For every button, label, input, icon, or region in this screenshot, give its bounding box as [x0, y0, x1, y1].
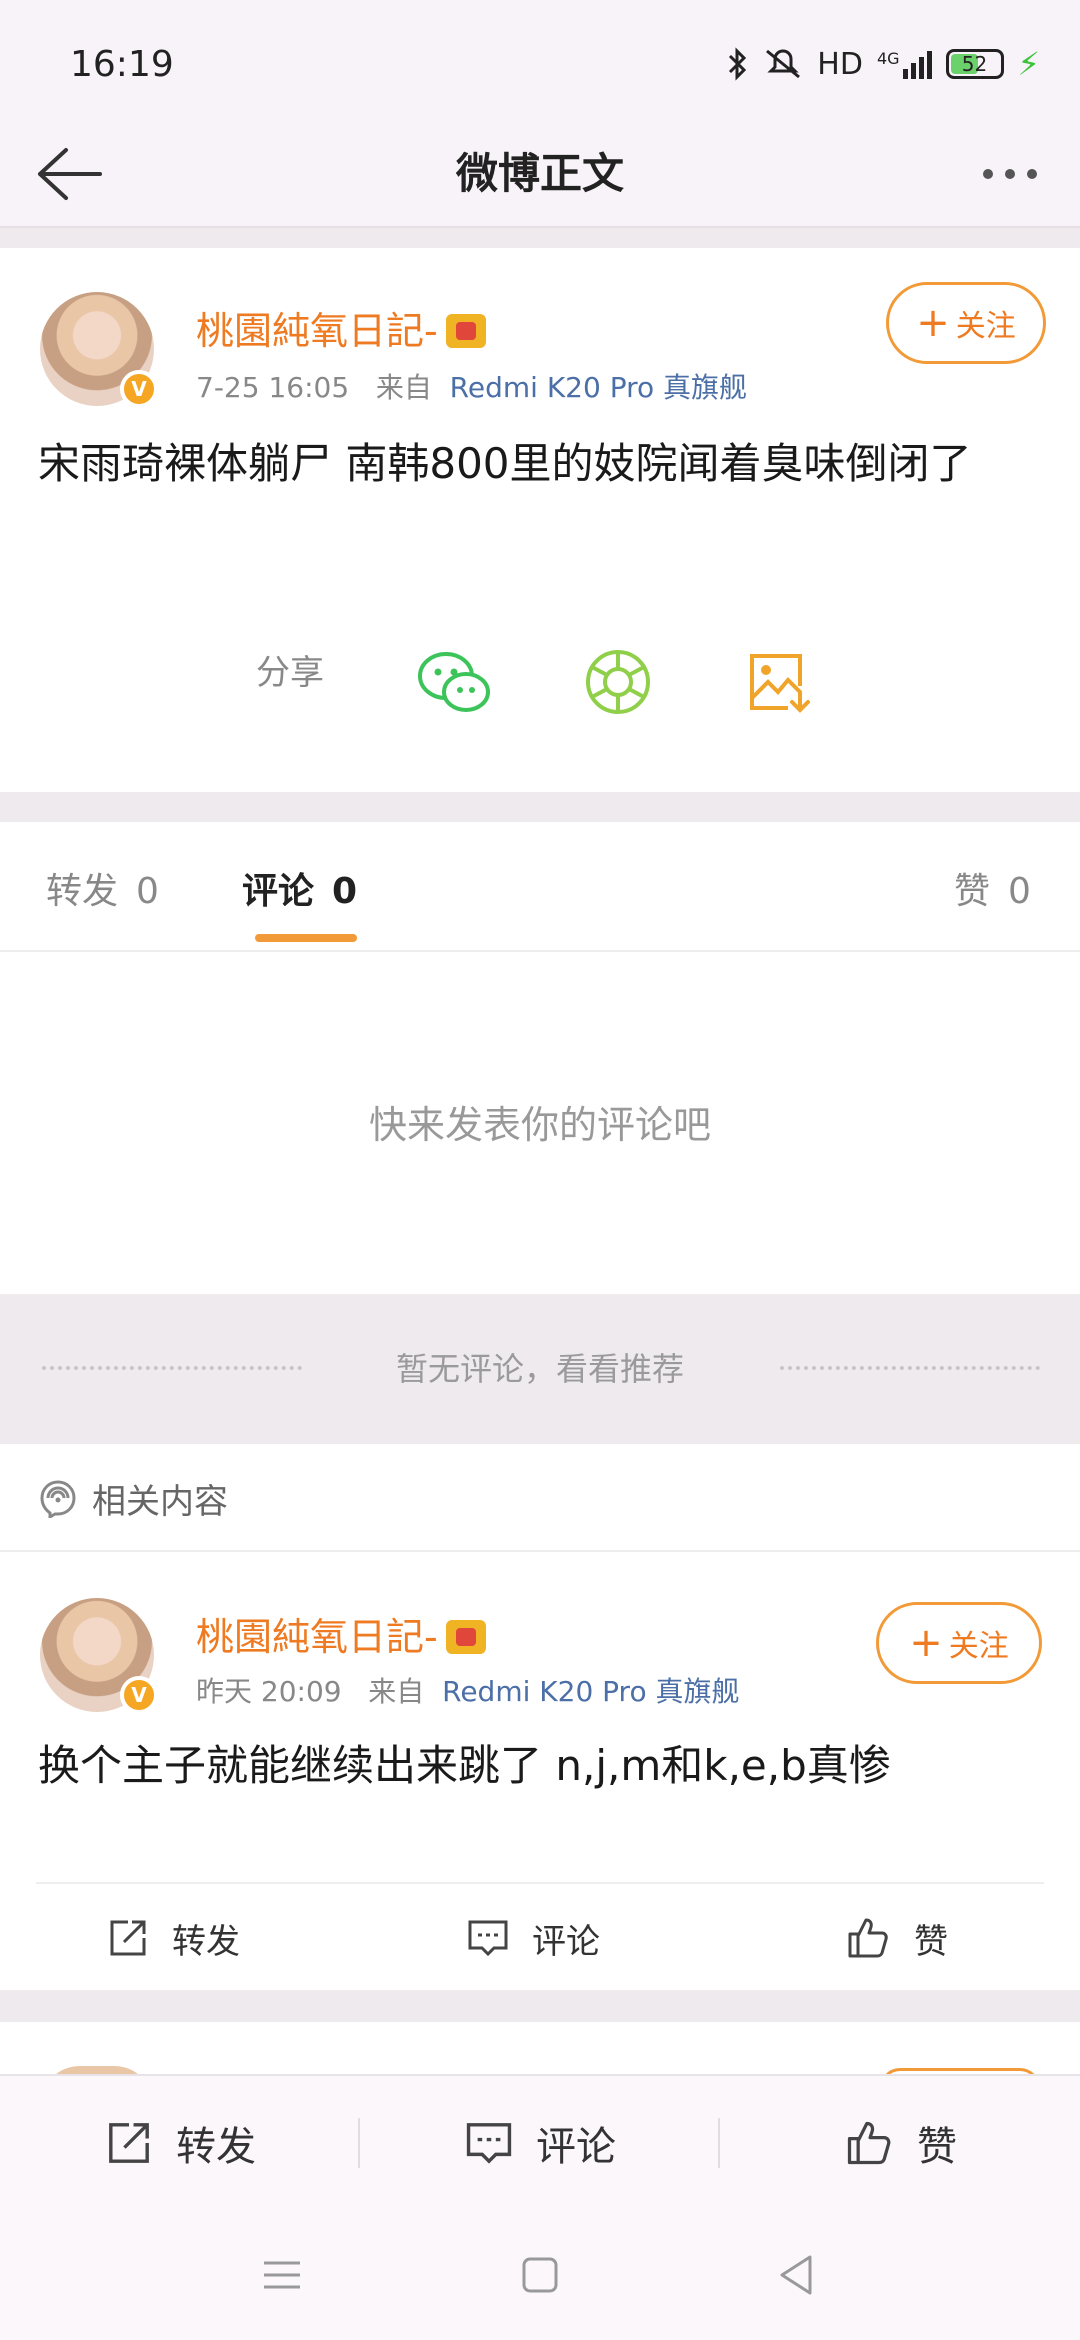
card-repost-button[interactable]: 转发 [106, 1908, 240, 1968]
follow-button[interactable]: + 关注 [886, 282, 1046, 364]
follow-label: 关注 [955, 309, 1016, 344]
crown-icon [445, 314, 486, 348]
card-comment-button[interactable]: 评论 [466, 1908, 600, 1968]
empty-comments: 快来发表你的评论吧 [0, 954, 1080, 1294]
comment-button[interactable]: 评论 [360, 2076, 720, 2210]
related-label: 相关内容 [92, 1482, 228, 1522]
source-prefix: 来自 [375, 371, 432, 404]
author-name: 桃園純氧日記- [196, 309, 438, 353]
empty-comments-text[interactable]: 快来发表你的评论吧 [0, 1094, 1080, 1149]
tab-comment[interactable]: 评论 0 [242, 862, 357, 914]
system-nav-bar [0, 2208, 1080, 2340]
status-bar: 16:19 HD 4G 52 ⚡ [0, 0, 1080, 120]
thumbs-up-icon [848, 1918, 888, 1958]
bluetooth-icon [729, 47, 747, 81]
author-name: 桃園純氧日記- [196, 1615, 438, 1659]
card-author[interactable]: 桃園純氧日記- [196, 1606, 486, 1661]
thumbs-up-icon [847, 2121, 891, 2165]
tab-repost-count: 0 [136, 871, 159, 912]
nav-menu-button[interactable] [252, 2250, 312, 2300]
card-like-button[interactable]: 赞 [844, 1908, 948, 1968]
active-tab-indicator [255, 934, 357, 942]
like-button[interactable]: 赞 [720, 2076, 1080, 2210]
charging-icon: ⚡ [1017, 45, 1040, 83]
tab-like-count: 0 [1008, 871, 1031, 912]
battery-level: 52 [961, 52, 988, 76]
like-label: 赞 [917, 2124, 957, 2170]
next-card-peek [0, 2022, 1080, 2106]
card-repost-label: 转发 [172, 1921, 240, 1962]
avatar[interactable]: V [40, 292, 158, 408]
share-label: 分享 [256, 653, 324, 693]
repost-label: 转发 [176, 2124, 256, 2170]
divider [0, 1990, 1080, 2022]
card-comment-label: 评论 [532, 1921, 600, 1962]
back-triangle-icon [780, 2255, 812, 2295]
share-row: 分享 [0, 650, 1080, 778]
related-card[interactable]: V 桃園純氧日記- 昨天 20:09 来自 Redmi K20 Pro 真旗舰 … [0, 1552, 1080, 1990]
related-icon [40, 1480, 76, 1518]
comment-label: 评论 [536, 2124, 616, 2170]
post-meta: 7-25 16:05 来自 Redmi K20 Pro 真旗舰 [196, 366, 747, 406]
crown-icon [445, 1620, 486, 1654]
page-title: 微博正文 [455, 149, 624, 198]
save-image-icon[interactable] [738, 642, 818, 722]
tab-like[interactable]: 赞0 [954, 862, 1031, 914]
related-header: 相关内容 [0, 1444, 1080, 1552]
post-text: 宋雨琦裸体躺尸 南韩800里的妓院闻着臭味倒闭了 [38, 439, 972, 488]
home-square-icon [522, 2257, 558, 2293]
card-text: 换个主子就能继续出来跳了 n,j,m和k,e,b真惨 [38, 1741, 891, 1790]
follow-label: 关注 [948, 1629, 1009, 1664]
post-author[interactable]: 桃園純氧日記- [196, 300, 486, 355]
card-time: 昨天 20:09 [196, 1675, 342, 1708]
post: V 桃園純氧日記- 7-25 16:05 来自 Redmi K20 Pro 真旗… [0, 248, 1080, 788]
verified-badge-icon: V [120, 370, 158, 408]
signal-icon: 4G [877, 49, 932, 79]
verified-badge-icon: V [120, 1676, 158, 1714]
plus-icon: + [909, 1620, 943, 1666]
comment-tabs: 转发 0 评论 0 赞0 [0, 822, 1080, 952]
post-source[interactable]: Redmi K20 Pro 真旗舰 [450, 371, 747, 404]
plus-icon: + [916, 300, 950, 346]
avatar[interactable]: V [40, 1598, 158, 1714]
status-icons: HD 4G 52 ⚡ [725, 44, 1040, 84]
tab-comment-label: 评论 [242, 871, 315, 912]
hd-label: HD [817, 46, 863, 82]
nav-back-button[interactable] [766, 2250, 826, 2300]
repost-icon [110, 1920, 146, 1956]
no-comment-banner: 暂无评论，看看推荐 [0, 1294, 1080, 1444]
card-like-label: 赞 [914, 1921, 948, 1962]
signal-label: 4G [876, 49, 900, 68]
battery-icon: 52 [945, 49, 1004, 79]
divider [0, 228, 1080, 248]
nav-home-button[interactable] [510, 2250, 570, 2300]
post-time: 7-25 16:05 [196, 371, 350, 404]
more-dots-icon [983, 169, 993, 179]
card-source[interactable]: Redmi K20 Pro 真旗舰 [442, 1675, 739, 1708]
tab-repost-label: 转发 [46, 871, 119, 912]
repost-icon [109, 2123, 149, 2163]
tab-like-label: 赞 [954, 871, 991, 912]
menu-icon [264, 2261, 300, 2289]
more-button[interactable] [970, 134, 1050, 214]
divider [0, 792, 1080, 822]
repost-button[interactable]: 转发 [0, 2076, 360, 2210]
wechat-icon[interactable] [414, 642, 494, 722]
tab-comment-count: 0 [332, 871, 358, 912]
comment-icon [468, 1920, 508, 1957]
bottom-toolbar: 转发 评论 赞 [0, 2074, 1080, 2208]
comment-icon [466, 2123, 512, 2164]
follow-button[interactable]: + 关注 [876, 1602, 1042, 1684]
card-meta: 昨天 20:09 来自 Redmi K20 Pro 真旗舰 [196, 1670, 740, 1710]
tab-repost[interactable]: 转发 0 [46, 862, 159, 914]
mute-icon [766, 49, 801, 79]
card-actions: 转发 评论 赞 [36, 1882, 1044, 1990]
moments-icon[interactable] [578, 642, 658, 722]
dotted-divider [780, 1366, 1040, 1370]
source-prefix: 来自 [368, 1675, 425, 1708]
status-time: 16:19 [70, 44, 174, 85]
title-bar: 微博正文 [0, 120, 1080, 228]
